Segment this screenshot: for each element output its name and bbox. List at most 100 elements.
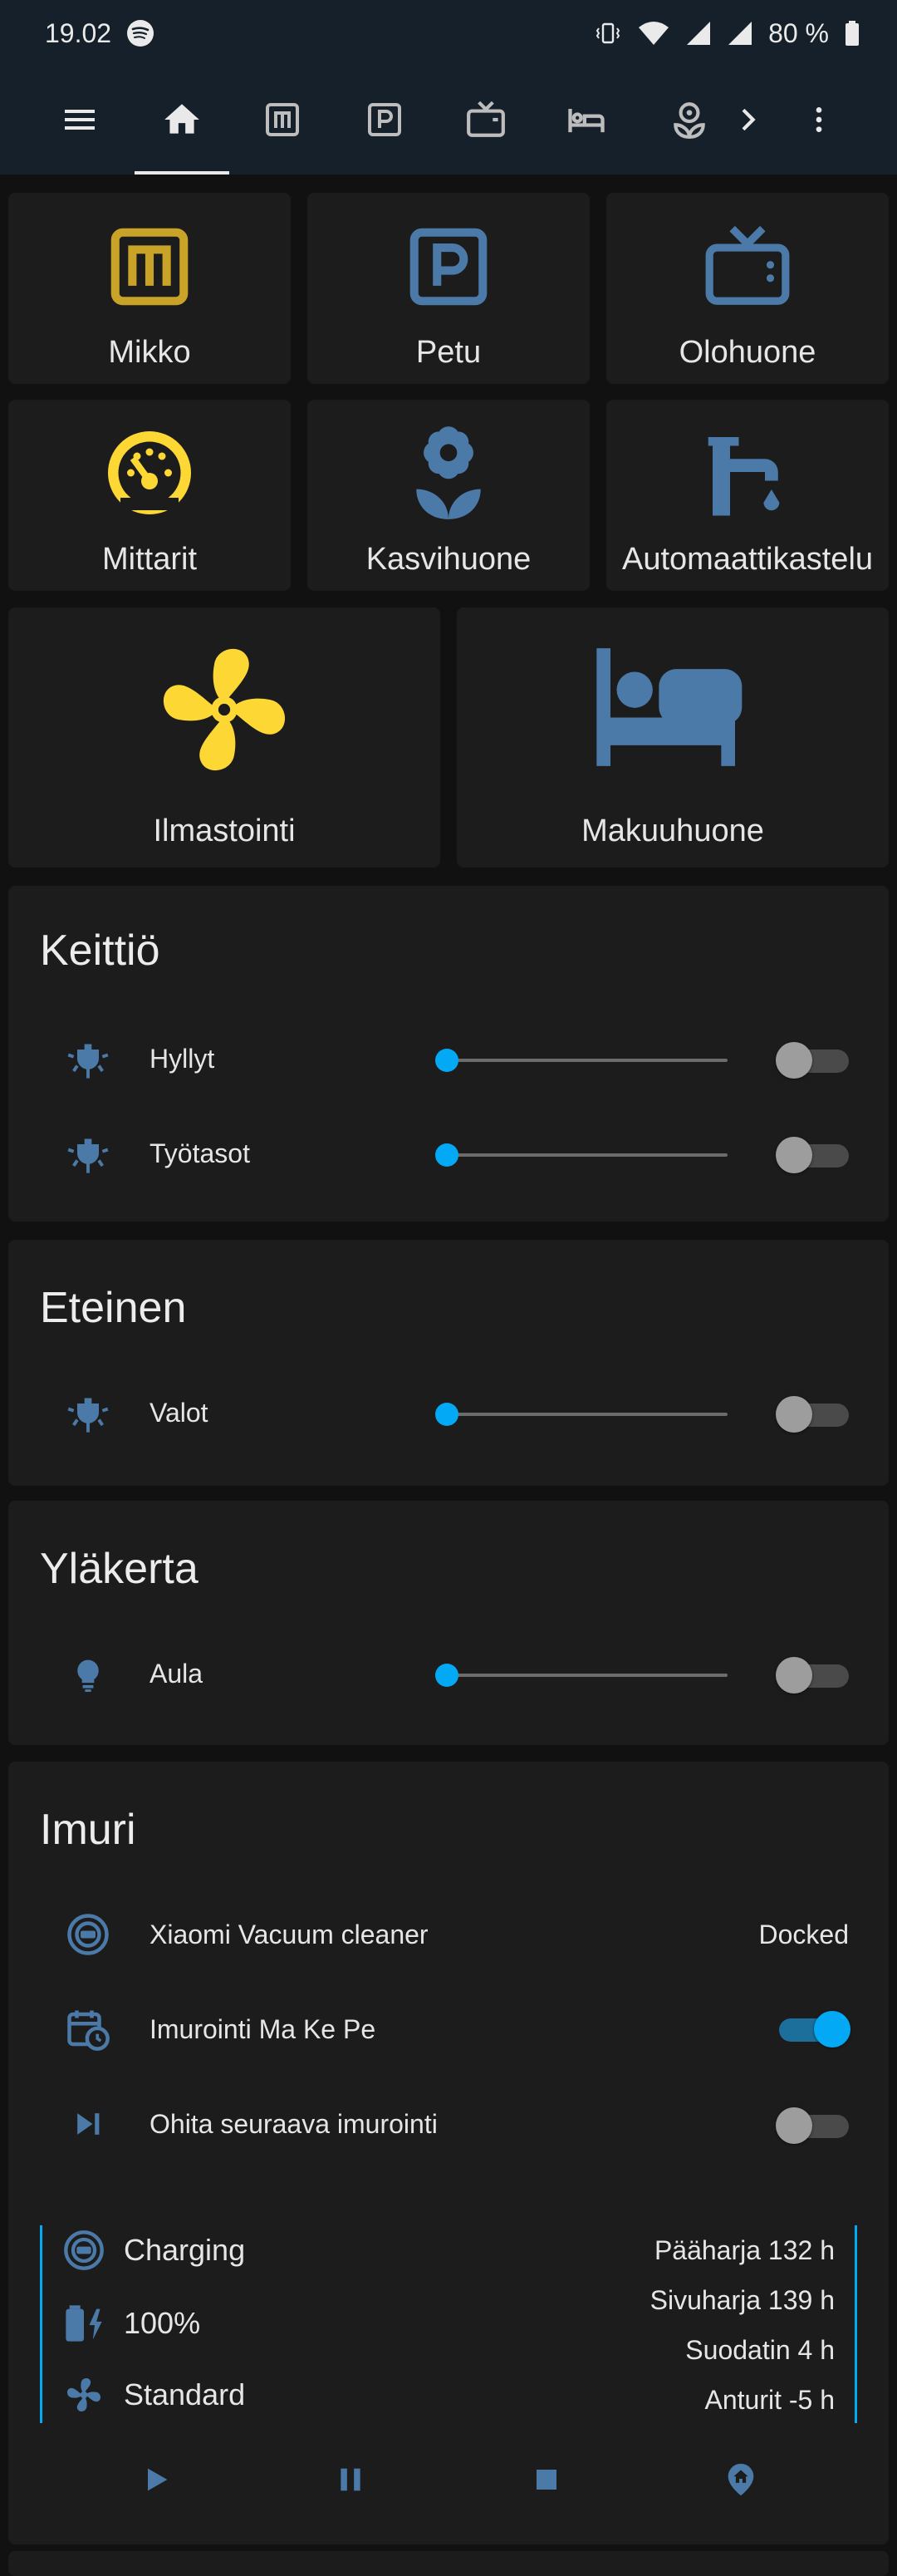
tile-label: Makuuhuone: [581, 814, 764, 848]
tile-ilmastointi[interactable]: Ilmastointi: [8, 607, 440, 868]
card-title: Eteinen: [40, 1284, 187, 1332]
tab-bed-icon[interactable]: [561, 95, 611, 145]
brightness-slider[interactable]: [447, 1153, 728, 1157]
tile-label: Petu: [415, 335, 482, 370]
battery-charging-icon: [66, 2305, 102, 2342]
gauge-icon: [8, 423, 291, 523]
card-ylakerta: Yläkerta Aula: [8, 1501, 889, 1745]
tile-kasvihuone[interactable]: Kasvihuone: [307, 400, 590, 591]
brightness-slider[interactable]: [447, 1059, 728, 1062]
brightness-slider[interactable]: [447, 1674, 728, 1677]
wifi-icon: [639, 22, 669, 45]
ceiling-light-icon: [63, 1389, 113, 1439]
signal-icon: [687, 22, 711, 45]
tile-label: Olohuone: [679, 335, 816, 370]
vacuum-entity-label: Xiaomi Vacuum cleaner: [150, 1920, 429, 1949]
stop-button[interactable]: [522, 2455, 571, 2505]
battery-row: 100%: [62, 2302, 200, 2345]
app-toolbar: [0, 66, 897, 175]
consumable-side-brush: Sivuharja 139 h: [649, 2285, 835, 2315]
fan-speed-text: Standard: [124, 2377, 246, 2411]
spotify-icon: [127, 20, 154, 47]
card-title: Imuri: [40, 1806, 136, 1854]
pause-icon: [341, 2468, 360, 2491]
television-icon: [606, 221, 889, 312]
consumable-main-brush: Pääharja 132 h: [654, 2235, 835, 2265]
brightness-slider[interactable]: [447, 1413, 728, 1416]
calendar-clock-icon: [63, 2004, 113, 2054]
tile-label: Kasvihuone: [365, 542, 532, 577]
vacuum-status-panel: Charging 100% Standard Pääharja 132 h Si…: [40, 2225, 857, 2423]
battery-icon: [846, 21, 859, 46]
active-tab-indicator: [135, 171, 229, 175]
skip-toggle[interactable]: [776, 2107, 850, 2144]
bed-icon: [457, 641, 889, 774]
vibrate-icon: [596, 22, 620, 44]
skip-label: Ohita seuraava imurointi: [150, 2109, 438, 2139]
light-toggle[interactable]: [776, 1396, 850, 1433]
slider-thumb[interactable]: [435, 1664, 458, 1687]
home-map-marker-icon: [728, 2463, 754, 2496]
clock: 19.02: [45, 17, 112, 48]
state-row: Charging: [62, 2229, 245, 2272]
light-toggle[interactable]: [776, 1137, 850, 1173]
skip-next-icon: [63, 2099, 113, 2149]
schedule-label: Imurointi Ma Ke Pe: [150, 2014, 376, 2044]
ceiling-light-icon: [63, 1130, 113, 1180]
tab-home-icon[interactable]: [157, 95, 207, 145]
tab-tv-icon[interactable]: [461, 95, 511, 145]
play-button[interactable]: [131, 2455, 181, 2505]
fan-speed-row: Standard: [62, 2373, 245, 2416]
signal-2-icon: [728, 22, 752, 45]
overflow-menu-icon[interactable]: [794, 95, 844, 145]
chevron-right-icon[interactable]: [723, 95, 772, 145]
pause-button[interactable]: [326, 2455, 375, 2505]
tab-petu-icon[interactable]: [360, 95, 409, 145]
card-title: Yläkerta: [40, 1545, 199, 1593]
tile-label: Mikko: [108, 335, 191, 370]
tile-mikko[interactable]: Mikko: [8, 193, 291, 384]
slider-thumb[interactable]: [435, 1049, 458, 1072]
stop-icon: [537, 2470, 556, 2490]
card-imuri: Imuri Xiaomi Vacuum cleaner Docked Imuro…: [8, 1762, 889, 2544]
tile-label: Ilmastointi: [153, 814, 296, 848]
tab-mikko-icon[interactable]: [257, 95, 307, 145]
fan-icon: [67, 2377, 100, 2412]
slider-thumb[interactable]: [435, 1403, 458, 1426]
tile-label: Automaattikastelu: [621, 542, 874, 577]
light-label: Aula: [150, 1659, 203, 1689]
alpha-m-box-icon: [8, 221, 291, 312]
play-icon: [148, 2468, 168, 2491]
consumable-filter: Suodatin 4 h: [685, 2335, 835, 2365]
tile-makuuhuone[interactable]: Makuuhuone: [457, 607, 889, 868]
tile-olohuone[interactable]: Olohuone: [606, 193, 889, 384]
ceiling-light-icon: [63, 1035, 113, 1085]
card-eteinen: Eteinen Valot: [8, 1240, 889, 1486]
tile-mittarit[interactable]: Mittarit: [8, 400, 291, 591]
tile-petu[interactable]: Petu: [307, 193, 590, 384]
lightbulb-icon: [63, 1650, 113, 1700]
card-title: Keittiö: [40, 927, 160, 975]
robot-vacuum-icon: [63, 1910, 113, 1959]
light-toggle[interactable]: [776, 1657, 850, 1694]
battery-text: 100%: [124, 2306, 201, 2340]
light-label: Työtasot: [150, 1138, 250, 1168]
schedule-toggle[interactable]: [776, 2011, 850, 2048]
fan-icon: [8, 631, 440, 789]
tab-flower-icon[interactable]: [664, 95, 714, 145]
light-toggle[interactable]: [776, 1042, 850, 1079]
consumable-sensors: Anturit -5 h: [704, 2385, 835, 2415]
return-home-button[interactable]: [716, 2455, 766, 2505]
slider-thumb[interactable]: [435, 1143, 458, 1167]
water-tap-icon: [606, 420, 889, 524]
vacuum-state-value: Docked: [758, 1920, 850, 1949]
card-keittio: Keittiö Hyllyt Työtasot: [8, 886, 889, 1222]
light-label: Hyllyt: [150, 1044, 215, 1074]
robot-vacuum-icon: [64, 2230, 104, 2270]
tile-automaattikastelu[interactable]: Automaattikastelu: [606, 400, 889, 591]
tile-label: Mittarit: [102, 542, 197, 577]
card-next: [8, 2551, 889, 2576]
menu-icon[interactable]: [55, 95, 105, 145]
flower-icon: [307, 418, 590, 526]
state-text: Charging: [124, 2233, 246, 2267]
